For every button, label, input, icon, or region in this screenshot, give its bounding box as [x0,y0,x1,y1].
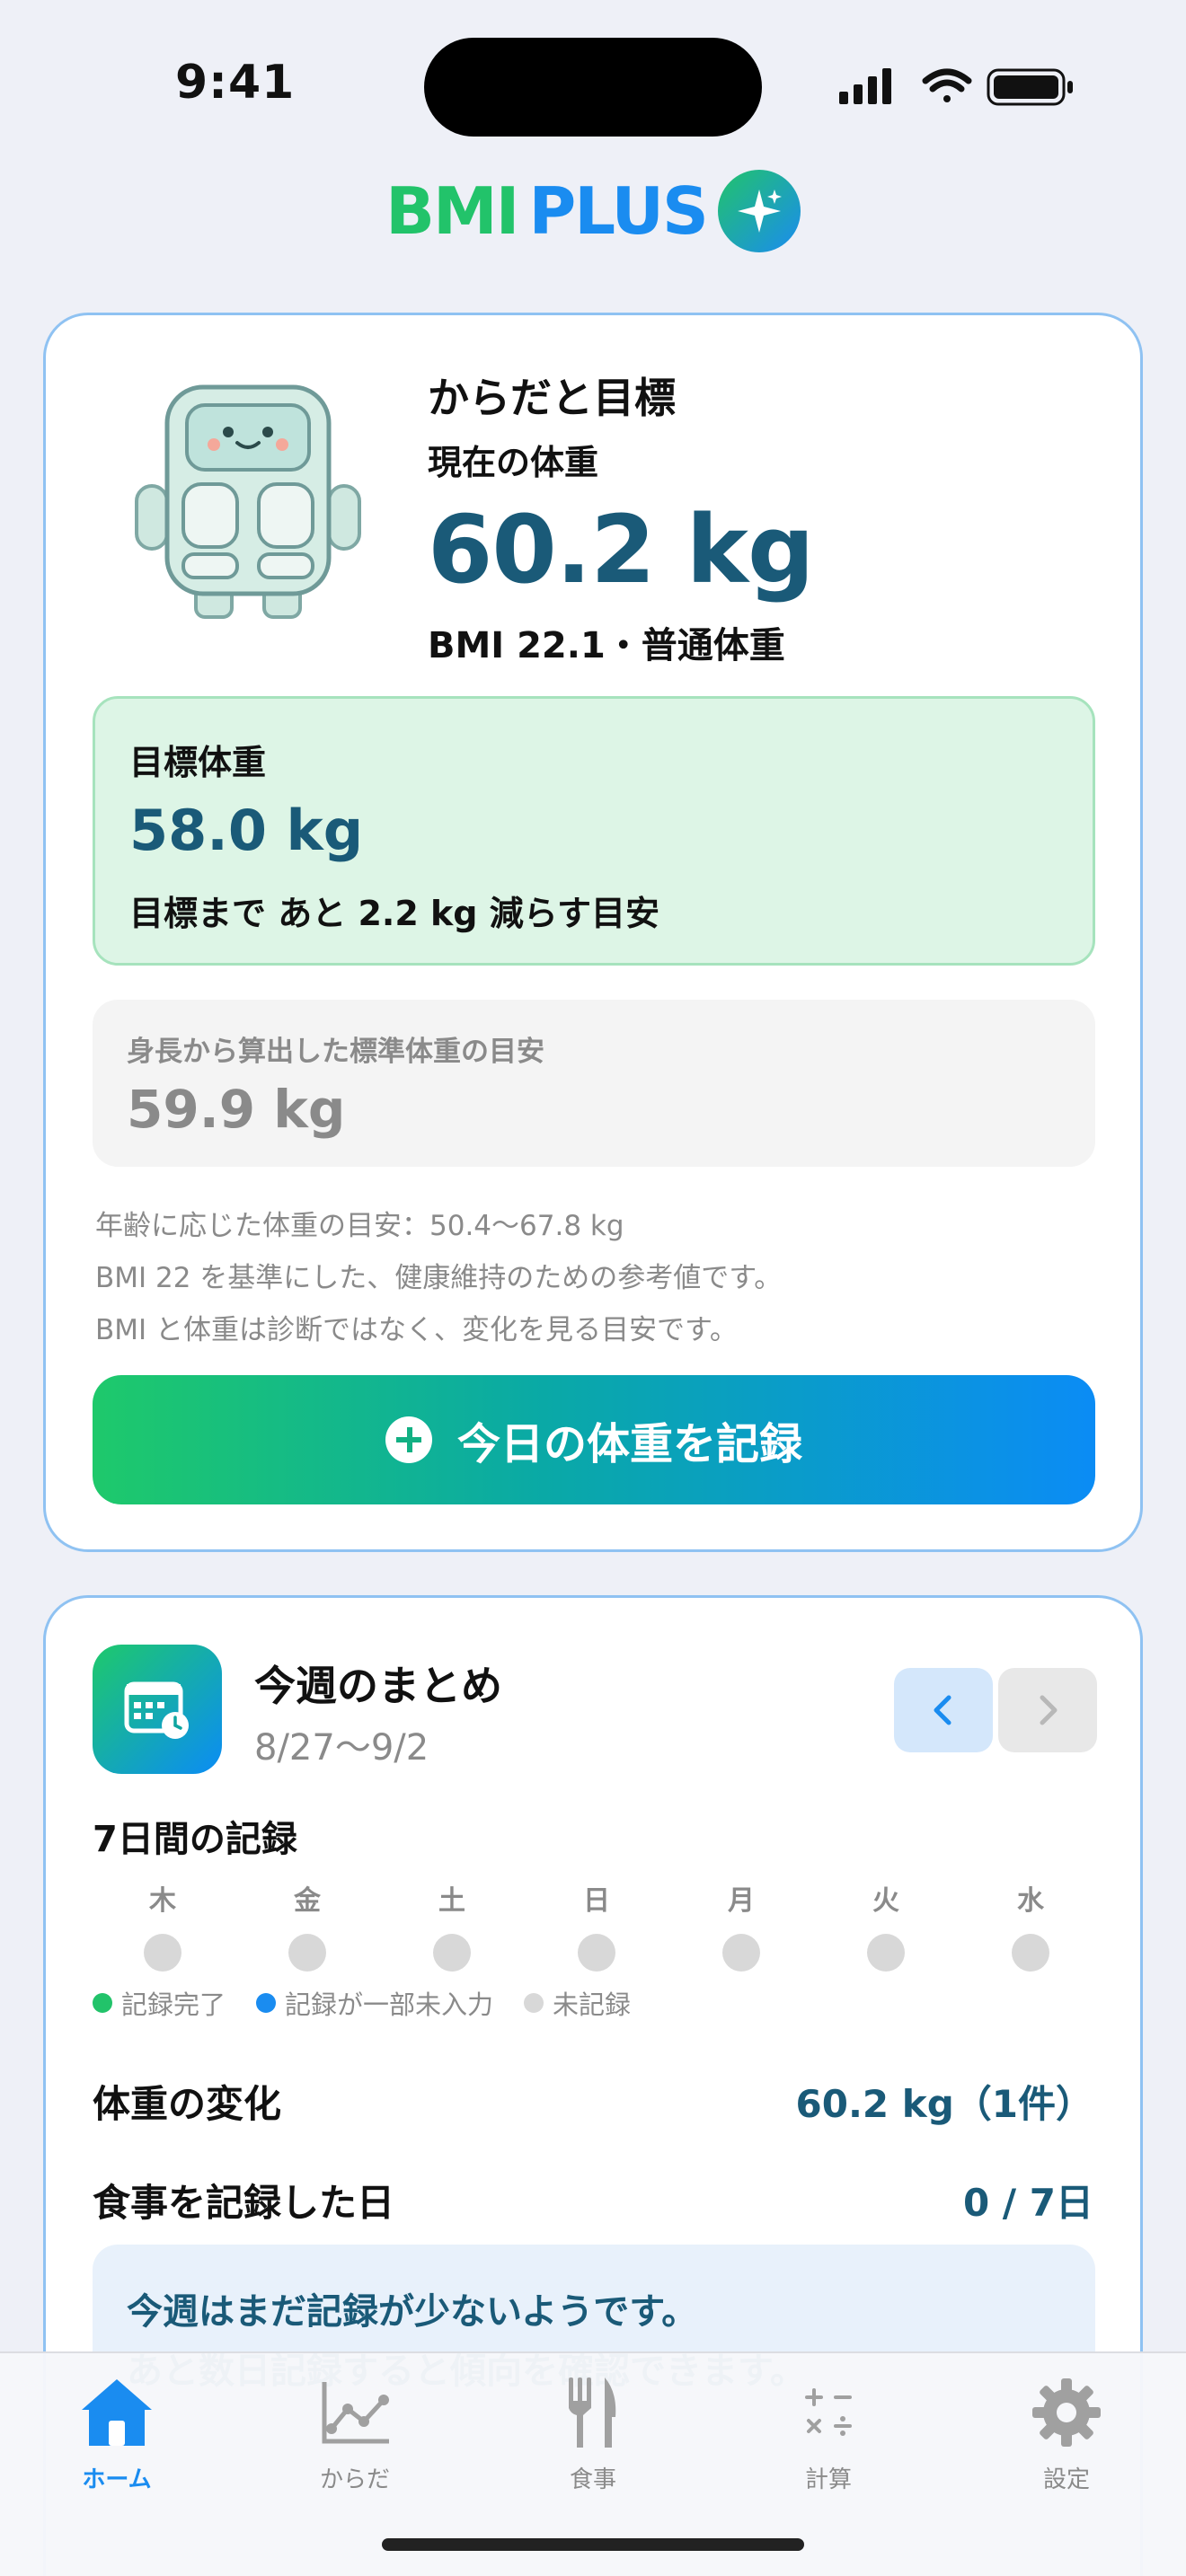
tab-label: 食事 [569,2466,616,2493]
body-goal-card: からだと目標 現在の体重 60.2 kg BMI 22.1・普通体重 目標体重 … [43,313,1143,1552]
day-status-dot [867,1934,905,1972]
day-status-dot [144,1934,181,1972]
tab-meal[interactable]: 食事 [503,2369,683,2494]
target-weight-box: 目標体重 58.0 kg 目標まで あと 2.2 kg 減らす目安 [93,696,1095,966]
current-weight-label: 現在の体重 [428,443,599,482]
tab-home[interactable]: ホーム [27,2369,207,2494]
record-legend: 記録完了 記録が一部未入力 未記録 [93,1984,631,2022]
home-icon [27,2369,207,2456]
day-item: 木 [131,1878,194,1972]
logo-text-bmi: BMI [385,173,519,249]
plus-circle-icon [385,1416,432,1463]
note-line: BMI と体重は診断ではなく、変化を見る目安です。 [95,1314,738,1346]
week-range: 8/27〜9/2 [254,1727,429,1769]
tab-label: 計算 [804,2466,852,2493]
note-line: BMI 22 を基準にした、健康維持のための参考値です。 [95,1262,783,1294]
app-logo: BMI PLUS [0,166,1186,256]
previous-week-button[interactable] [894,1668,993,1752]
standard-weight-label: 身長から算出した標準体重の目安 [127,1036,544,1068]
battery-icon [987,68,1073,106]
home-indicator [382,2538,804,2551]
legend-item: 記録が一部未入力 [256,1984,493,2022]
status-time: 9:41 [175,56,296,110]
day-label: 水 [1017,1885,1044,1917]
tab-label: からだ [319,2466,390,2493]
standard-weight-box: 身長から算出した標準体重の目安 59.9 kg [93,1000,1095,1167]
day-status-dot [288,1934,326,1972]
chevron-right-icon [1040,1695,1058,1725]
meal-days-label: 食事を記録した日 [93,2181,395,2225]
legend-dot [93,1993,112,2013]
legend-label: 記録が一部未入力 [285,1989,494,2020]
logo-text-plus: PLUS [528,173,708,249]
reference-notes: 年齢に応じた体重の目安：50.4〜67.8 kg BMI 22 を基準にした、健… [95,1200,782,1356]
day-label: 日 [583,1885,610,1917]
tab-calc[interactable]: 計算 [739,2369,918,2494]
meal-days-value: 0 / 7日 [962,2181,1093,2225]
day-item: 日 [565,1878,628,1972]
legend-item: 未記録 [524,1984,631,2022]
legend-label: 記録完了 [121,1989,226,2020]
standard-weight-value: 59.9 kg [127,1079,346,1140]
day-label: 火 [872,1885,899,1917]
chevron-left-icon [934,1695,951,1725]
tab-label: 設定 [1042,2466,1090,2493]
tab-label: ホーム [82,2466,152,2493]
wifi-icon [922,68,972,102]
day-status-dot [433,1934,471,1972]
scale-mascot-icon [135,384,361,619]
cellular-signal-icon [839,68,891,104]
legend-item: 記録完了 [93,1984,226,2022]
fork-knife-icon [503,2369,683,2456]
legend-label: 未記録 [553,1989,632,2020]
tab-body[interactable]: からだ [265,2369,445,2494]
seven-day-record-title: 7日間の記録 [93,1819,297,1860]
day-label: 土 [438,1885,465,1917]
day-status-dot [722,1934,760,1972]
day-item: 月 [710,1878,773,1972]
note-line: 年齢に応じた体重の目安：50.4〜67.8 kg [95,1210,624,1242]
legend-dot [524,1993,544,2013]
calendar-icon [93,1645,222,1774]
record-weight-button[interactable]: 今日の体重を記録 [93,1375,1095,1504]
sparkle-icon [717,170,801,252]
day-label: 金 [294,1885,321,1917]
calculator-icon [739,2369,918,2456]
day-item: 土 [420,1878,483,1972]
day-item: 水 [999,1878,1062,1972]
day-status-dot [578,1934,615,1972]
day-item: 金 [276,1878,339,1972]
day-label: 月 [728,1885,755,1917]
current-weight-value: 60.2 kg [428,495,814,604]
dynamic-island [424,38,762,137]
status-bar: 9:41 [0,0,1186,153]
advice-text: 今週はまだ記録が少ないようです。 [127,2291,698,2333]
gear-icon [977,2369,1156,2456]
legend-dot [256,1993,277,2013]
day-item: 火 [854,1878,917,1972]
day-label: 木 [149,1885,176,1917]
status-icons [839,68,1073,106]
day-status-dot [1012,1934,1049,1972]
record-weight-label: 今日の体重を記録 [456,1419,802,1469]
target-weight-label: 目標体重 [129,743,267,782]
card-title: からだと目標 [428,374,676,422]
target-weight-value: 58.0 kg [129,798,364,863]
chart-icon [265,2369,445,2456]
next-week-button[interactable] [998,1668,1097,1752]
bmi-status: BMI 22.1・普通体重 [428,625,785,666]
day-record-row: 木 金 土 日 月 火 水 [131,1878,1102,1977]
weekly-summary-title: 今週のまとめ [254,1662,502,1710]
tab-settings[interactable]: 設定 [977,2369,1156,2494]
weight-change-value: 60.2 kg（1件） [795,2082,1093,2126]
target-remaining-text: 目標まで あと 2.2 kg 減らす目安 [129,894,659,933]
weight-change-label: 体重の変化 [93,2082,282,2126]
